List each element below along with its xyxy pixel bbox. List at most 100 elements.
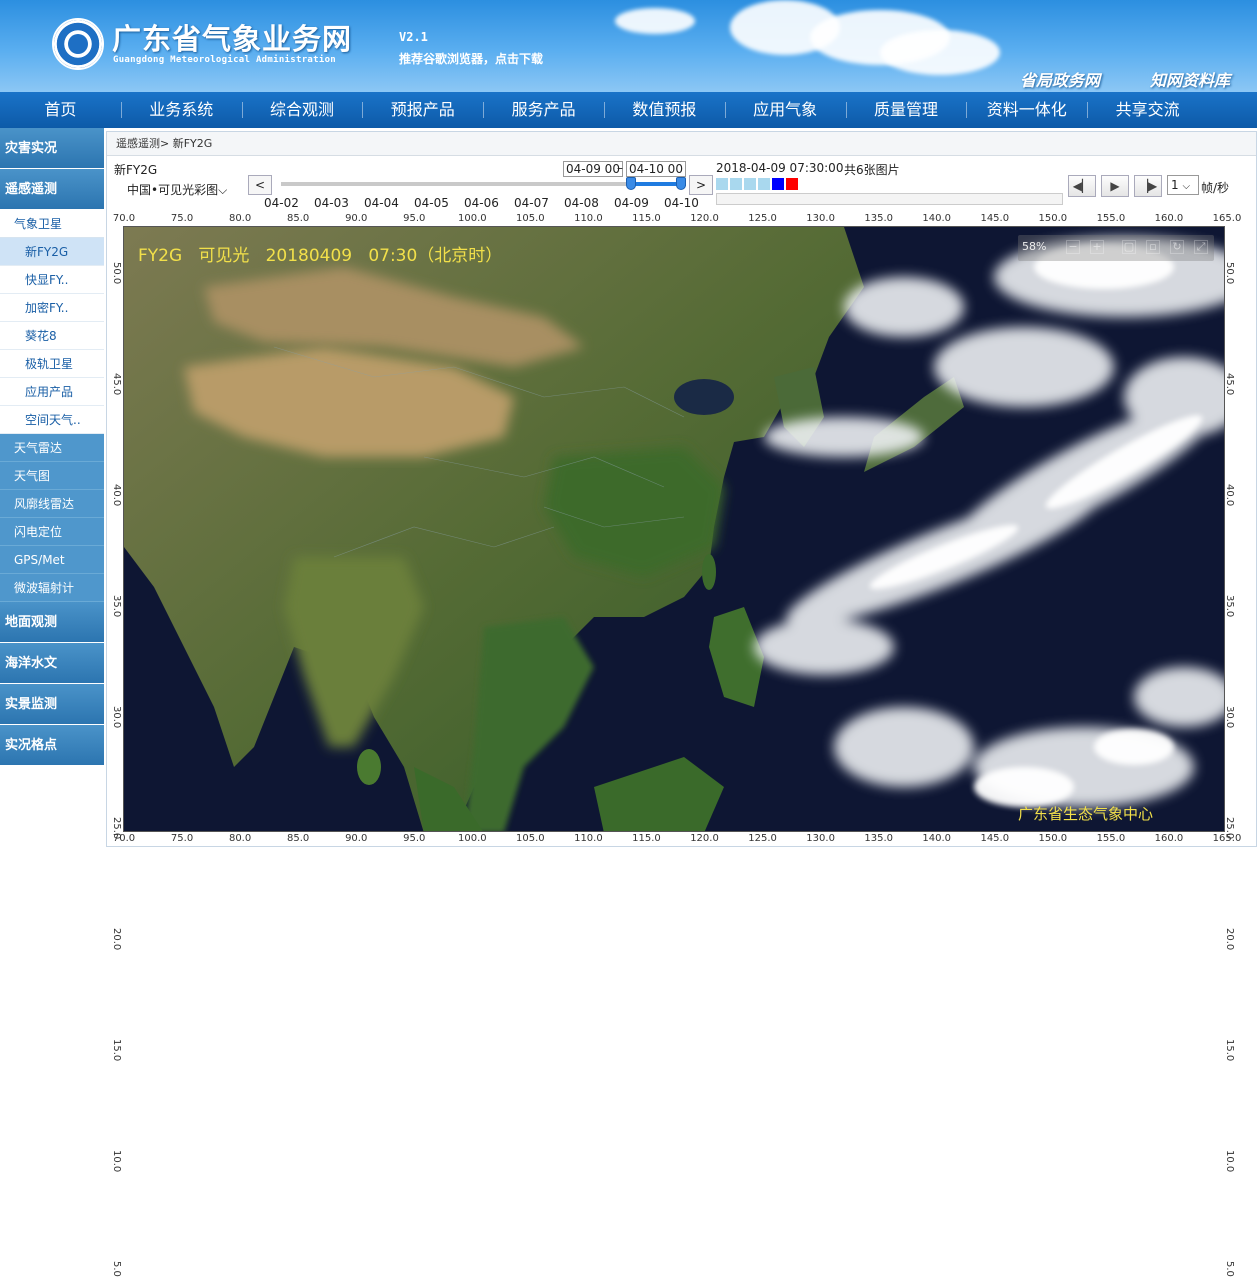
lon-bottom-tick: 110.0 — [574, 833, 603, 844]
frame-box[interactable] — [744, 178, 756, 190]
step-back-icon[interactable]: ◀▏ — [1068, 175, 1096, 197]
sidebar-item-dense-fy[interactable]: 加密FY.. — [0, 294, 104, 322]
sidebar-item-surface-obs[interactable]: 地面观测 — [0, 602, 104, 643]
sidebar-item-grid[interactable]: 实况格点 — [0, 725, 104, 766]
nav-quality-management[interactable]: 质量管理 — [845, 92, 967, 128]
cma-logo-icon[interactable] — [52, 18, 104, 70]
fullscreen-icon[interactable]: ⤢ — [1194, 240, 1208, 254]
day-tick[interactable]: 04-09 — [614, 196, 649, 210]
slider-start-handle[interactable] — [626, 177, 636, 190]
nav-sharing[interactable]: 共享交流 — [1087, 92, 1208, 128]
day-tick[interactable]: 04-05 — [414, 196, 449, 210]
prev-date-button[interactable]: < — [248, 175, 272, 195]
zoom-in-button[interactable]: + — [1090, 240, 1104, 254]
day-tick[interactable]: 04-02 — [264, 196, 299, 210]
breadcrumb: 遥感遥测> 新FY2G — [107, 132, 1256, 156]
nav-business-systems[interactable]: 业务系统 — [120, 92, 242, 128]
sidebar-item-gps-met[interactable]: GPS/Met — [0, 546, 104, 574]
sidebar-item-live-monitor[interactable]: 实景监测 — [0, 684, 104, 725]
fit-icon[interactable]: ▢ — [1122, 240, 1136, 254]
lon-top-tick: 130.0 — [806, 213, 835, 224]
sidebar-item-ocean[interactable]: 海洋水文 — [0, 643, 104, 684]
site-title: 广东省气象业务网 — [112, 22, 353, 56]
nav-service-products[interactable]: 服务产品 — [483, 92, 604, 128]
speed-select[interactable]: 1 ⌵ — [1167, 175, 1199, 195]
browser-download-link[interactable]: 推荐谷歌浏览器，点击下载 — [399, 50, 543, 67]
zoom-level: 58% — [1022, 240, 1047, 253]
lat-right-tick: 10.0 — [1224, 1150, 1235, 1173]
lat-left-tick: 15.0 — [111, 1039, 122, 1062]
lat-right-tick: 45.0 — [1224, 373, 1235, 396]
lon-top-tick: 160.0 — [1154, 213, 1184, 224]
lat-left-tick: 50.0 — [111, 262, 122, 285]
lon-bottom-tick: 105.0 — [516, 833, 545, 844]
frame-box[interactable] — [758, 178, 770, 190]
lat-left-tick: 20.0 — [111, 928, 122, 951]
frame-scrollbar[interactable] — [716, 193, 1063, 205]
sidebar-item-disaster[interactable]: 灾害实况 — [0, 128, 104, 169]
step-forward-icon[interactable]: ▕▶ — [1134, 175, 1162, 197]
sidebar-item-satellite[interactable]: 气象卫星 — [0, 210, 104, 238]
day-tick[interactable]: 04-03 — [314, 196, 349, 210]
lon-bottom-tick: 90.0 — [345, 833, 368, 844]
sidebar-item-weather-radar[interactable]: 天气雷达 — [0, 434, 104, 462]
next-date-button[interactable]: > — [689, 175, 713, 195]
frame-box[interactable] — [730, 178, 742, 190]
lat-right-tick: 30.0 — [1224, 706, 1235, 729]
slider-end-handle[interactable] — [676, 177, 686, 190]
day-tick[interactable]: 04-10 — [664, 196, 699, 210]
satellite-image[interactable]: FY2G 可见光 20180409 07:30（北京时） 58% − + ▢ ▫… — [123, 226, 1225, 832]
nav-applied-meteorology[interactable]: 应用气象 — [724, 92, 846, 128]
speed-value: 1 — [1171, 178, 1179, 192]
lat-right-tick: 40.0 — [1224, 484, 1235, 507]
sidebar-item-himawari8[interactable]: 葵花8 — [0, 322, 104, 350]
sidebar-item-new-fy2g[interactable]: 新FY2G — [0, 238, 104, 266]
region-select[interactable]: 中国•可见光彩图⌵ — [127, 181, 227, 198]
sidebar-item-remote-sensing[interactable]: 遥感遥测 — [0, 169, 104, 210]
product-name: 新FY2G — [114, 163, 158, 177]
frame-box[interactable] — [716, 178, 728, 190]
lon-top-tick: 100.0 — [457, 213, 487, 224]
chevron-down-icon: ⌵ — [1182, 181, 1191, 192]
frame-box[interactable] — [772, 178, 784, 190]
header-cloud — [615, 8, 695, 34]
zoom-out-button[interactable]: − — [1066, 240, 1080, 254]
rotate-icon[interactable]: ↻ — [1170, 240, 1184, 254]
nav-data-integration[interactable]: 资料一体化 — [966, 92, 1087, 128]
lat-left-tick: 30.0 — [111, 706, 122, 729]
cnki-link[interactable]: 知网资料库 — [1150, 67, 1230, 91]
lon-bottom-tick: 155.0 — [1096, 833, 1126, 844]
day-tick[interactable]: 04-06 — [464, 196, 499, 210]
lon-bottom-tick: 150.0 — [1038, 833, 1068, 844]
play-icon[interactable]: ▶ — [1101, 175, 1129, 197]
frame-box[interactable] — [786, 178, 798, 190]
sidebar-item-lightning[interactable]: 闪电定位 — [0, 518, 104, 546]
nav-observation[interactable]: 综合观测 — [241, 92, 363, 128]
lat-right-tick: 15.0 — [1224, 1039, 1235, 1062]
sidebar-item-space-weather[interactable]: 空间天气.. — [0, 406, 104, 434]
nav-numerical-forecast[interactable]: 数值预报 — [603, 92, 725, 128]
sidebar: 灾害实况 遥感遥测 气象卫星 新FY2G 快显FY.. 加密FY.. 葵花8 极… — [0, 128, 104, 847]
reset-icon[interactable]: ▫ — [1146, 240, 1160, 254]
lon-top-tick: 75.0 — [170, 213, 194, 224]
day-tick[interactable]: 04-08 — [564, 196, 599, 210]
date-to-input[interactable]: 04-10 00 — [626, 161, 686, 177]
day-tick[interactable]: 04-04 — [364, 196, 399, 210]
nav-home[interactable]: 首页 — [0, 92, 121, 128]
sidebar-item-applied-products[interactable]: 应用产品 — [0, 378, 104, 406]
date-from-input[interactable]: 04-09 00 — [563, 161, 623, 177]
sidebar-item-weather-chart[interactable]: 天气图 — [0, 462, 104, 490]
lon-top-tick: 155.0 — [1096, 213, 1126, 224]
day-tick[interactable]: 04-07 — [514, 196, 549, 210]
sidebar-item-quick-fy[interactable]: 快显FY.. — [0, 266, 104, 294]
lon-bottom-tick: 115.0 — [632, 833, 661, 844]
lon-top-tick: 125.0 — [748, 213, 777, 224]
sidebar-item-microwave[interactable]: 微波辐射计 — [0, 574, 104, 602]
gov-affairs-link[interactable]: 省局政务网 — [1020, 67, 1100, 91]
lon-top-tick: 140.0 — [922, 213, 952, 224]
sidebar-item-polar-satellite[interactable]: 极轨卫星 — [0, 350, 104, 378]
lon-top-tick: 80.0 — [228, 213, 252, 224]
lon-bottom-tick: 125.0 — [748, 833, 777, 844]
sidebar-item-wind-profiler[interactable]: 风廓线雷达 — [0, 490, 104, 518]
nav-forecast-products[interactable]: 预报产品 — [362, 92, 483, 128]
